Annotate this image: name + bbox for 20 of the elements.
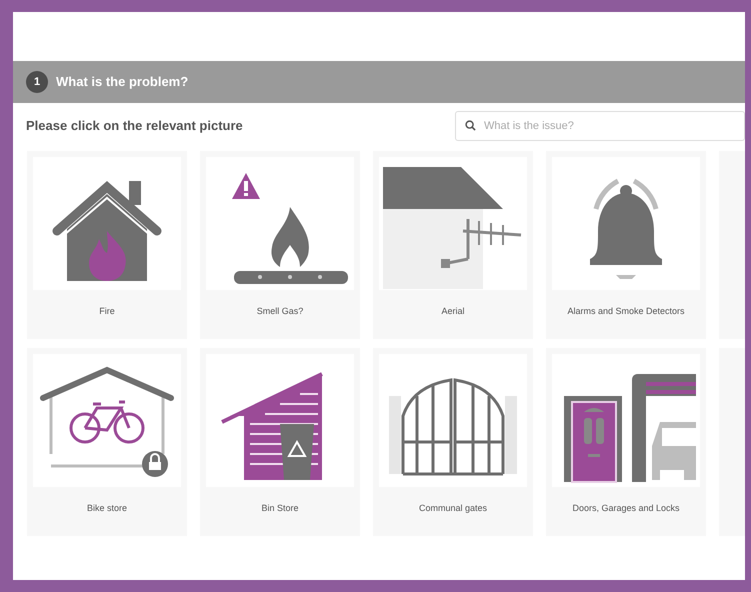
card-label: Bin Store [261, 502, 299, 515]
card-label: Aerial [441, 304, 464, 318]
search-field[interactable]: What is the issue? [455, 111, 745, 141]
card-label: Fire [99, 304, 115, 318]
card-label: Doors, Garages and Locks [572, 502, 680, 515]
problem-card[interactable]: Bin Store [200, 348, 360, 536]
problem-card[interactable]: Fire [27, 151, 187, 339]
card-label: Bike store [86, 502, 128, 515]
instruction-text: Please click on the relevant picture [26, 117, 243, 136]
step-title: What is the problem? [56, 73, 188, 92]
problem-card[interactable]: Bike store [27, 348, 187, 536]
card-label: Smell Gas? [256, 304, 304, 318]
problem-card[interactable]: Alarms and Smoke Detectors [546, 151, 706, 339]
step-number: 1 [26, 71, 48, 93]
problem-card[interactable]: Doors, Garages and Locks [546, 348, 706, 536]
problem-card[interactable]: Communal gates [373, 348, 533, 536]
problem-card[interactable]: Smell Gas? [200, 151, 360, 339]
problem-card[interactable]: Aerial [373, 151, 533, 339]
card-label: Communal gates [418, 502, 488, 515]
card-label: Alarms and Smoke Detectors [567, 304, 685, 318]
